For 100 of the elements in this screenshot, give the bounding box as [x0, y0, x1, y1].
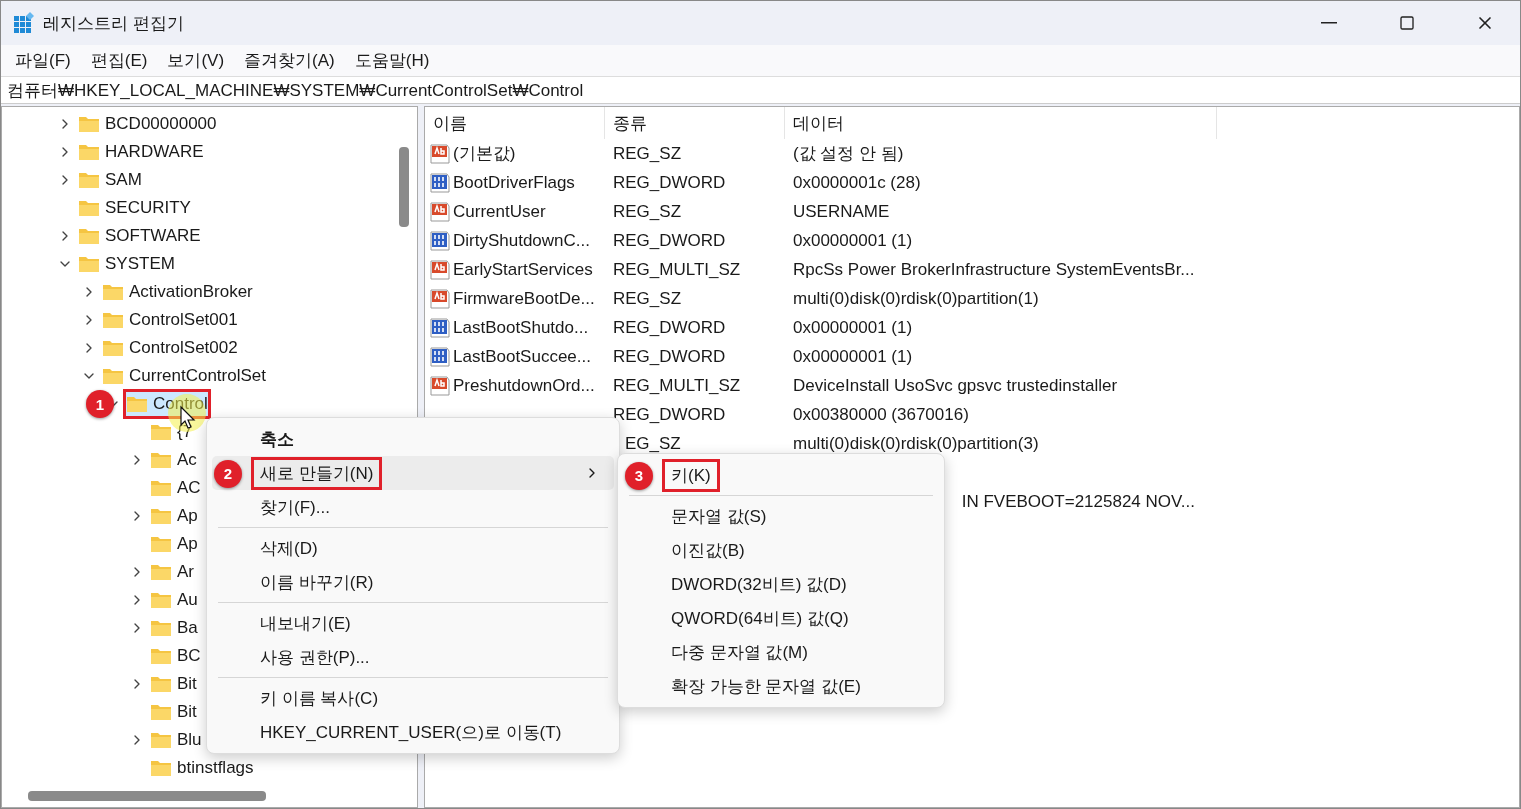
tree-node[interactable]: Ap: [148, 530, 200, 558]
folder-icon: [150, 423, 172, 441]
value-data: DeviceInstall UsoSvc gpsvc trustedinstaller: [793, 375, 1118, 395]
folder-icon: [78, 143, 100, 161]
folder-icon: [78, 115, 100, 133]
menu-item[interactable]: 사용 권한(P)...: [212, 640, 614, 674]
tree-node[interactable]: BCD00000000: [76, 110, 219, 138]
string-value-icon: [429, 287, 451, 310]
tree-node[interactable]: Bit: [148, 698, 199, 726]
folder-icon: [78, 171, 100, 189]
column-header[interactable]: 데이터: [785, 107, 1217, 139]
folder-icon: [150, 703, 172, 721]
folder-icon: [150, 619, 172, 637]
value-type: REG_DWORD: [613, 230, 726, 250]
value-data: multi(0)disk(0)rdisk(0)partition(3): [793, 433, 1039, 453]
menu-item[interactable]: 삭제(D): [212, 531, 614, 565]
value-data: 0x00380000 (3670016): [793, 404, 969, 424]
tree-node[interactable]: HARDWARE: [76, 138, 206, 166]
tree-node[interactable]: Blu: [148, 726, 204, 754]
value-type: REG_DWORD: [613, 172, 726, 192]
value-type: REG_MULTI_SZ: [613, 259, 741, 279]
menu-item[interactable]: 2 새로 만들기(N): [212, 456, 614, 490]
value-data: 0x0000001c (28): [793, 172, 921, 192]
tree-node[interactable]: ControlSet001: [100, 306, 240, 334]
value-type: REG_SZ: [613, 143, 682, 163]
string-value-icon: [429, 374, 451, 397]
folder-icon: [150, 535, 172, 553]
folder-icon: [150, 675, 172, 693]
menu-item[interactable]: 다중 문자열 값(M): [623, 635, 939, 669]
value-type: REG_SZ: [613, 288, 682, 308]
menu-item[interactable]: 이진값(B): [623, 533, 939, 567]
menu-item[interactable]: HKEY_CURRENT_USER(으)로 이동(T): [212, 715, 614, 749]
menu-item[interactable]: 이름 바꾸기(R): [212, 565, 614, 599]
tree-node[interactable]: ActivationBroker: [100, 278, 255, 306]
tree-node[interactable]: Ba: [148, 614, 200, 642]
menu-item[interactable]: 확장 가능한 문자열 값(E): [623, 669, 939, 703]
value-data: IN FVEBOOT=2125824 NOV...: [961, 491, 1195, 511]
folder-icon: [150, 759, 172, 777]
value-type: EG_SZ: [625, 433, 681, 453]
menu-item[interactable]: 내보내기(E): [212, 606, 614, 640]
tree-node[interactable]: Au: [148, 586, 200, 614]
folder-icon: [150, 731, 172, 749]
tree-node[interactable]: Ap: [148, 502, 200, 530]
string-value-icon: [429, 142, 451, 165]
address-field[interactable]: 컴퓨터₩HKEY_LOCAL_MACHINE₩SYSTEM₩CurrentControlSet₩Control: [1, 76, 1520, 104]
folder-icon: [150, 591, 172, 609]
vertical-scrollbar[interactable]: [399, 147, 409, 227]
menu-bar-item[interactable]: 편집(E): [80, 45, 158, 76]
value-name: PreshutdownOrd...: [453, 375, 595, 396]
minimize-icon: [1321, 22, 1337, 24]
menu-item[interactable]: DWORD(32비트) 값(D): [623, 567, 939, 601]
value-data: USERNAME: [793, 201, 890, 221]
tree-node[interactable]: CurrentControlSet: [100, 362, 268, 390]
tree-node[interactable]: SECURITY: [76, 194, 193, 222]
value-name: LastBootSuccee...: [453, 346, 591, 367]
tree-node[interactable]: Bit: [148, 670, 199, 698]
menu-item[interactable]: 축소: [212, 422, 614, 456]
horizontal-scrollbar[interactable]: [28, 791, 266, 801]
value-name: BootDriverFlags: [453, 172, 575, 193]
tree-node[interactable]: SYSTEM: [76, 250, 177, 278]
value-name: DirtyShutdownC...: [453, 230, 590, 251]
tree-node[interactable]: AC: [148, 474, 203, 502]
value-data: (값 설정 안 됨): [793, 144, 904, 163]
folder-icon: [150, 563, 172, 581]
menu-bar-item[interactable]: 도움말(H): [344, 45, 440, 76]
tree-node[interactable]: Ac: [148, 446, 199, 474]
value-data: 0x00000001 (1): [793, 346, 913, 366]
value-name: FirmwareBootDe...: [453, 288, 595, 309]
menu-bar-item[interactable]: 보기(V): [157, 45, 235, 76]
binary-value-icon: [429, 316, 451, 339]
tree-node[interactable]: SAM: [76, 166, 144, 194]
binary-value-icon: [429, 345, 451, 368]
value-type: REG_DWORD: [613, 317, 726, 337]
menu-item[interactable]: 문자열 값(S): [623, 499, 939, 533]
value-type: REG_SZ: [613, 201, 682, 221]
tree-node[interactable]: SOFTWARE: [76, 222, 203, 250]
tree-node[interactable]: ControlSet002: [100, 334, 240, 362]
value-name: CurrentUser: [453, 201, 546, 222]
menu-bar-item[interactable]: 즐겨찾기(A): [234, 45, 345, 76]
column-header[interactable]: 이름: [425, 107, 605, 139]
tree-node[interactable]: btinstflags: [148, 754, 256, 782]
value-type: REG_MULTI_SZ: [613, 375, 741, 395]
folder-icon: [78, 199, 100, 217]
folder-icon: [102, 311, 124, 329]
tree-node[interactable]: BC: [148, 642, 203, 670]
menu-item[interactable]: 키 이름 복사(C): [212, 681, 614, 715]
value-name: LastBootShutdo...: [453, 317, 589, 338]
menu-item[interactable]: 3 키(K): [623, 458, 939, 492]
menu-item[interactable]: QWORD(64비트) 값(Q): [623, 601, 939, 635]
tree-node[interactable]: Ar: [148, 558, 196, 586]
string-value-icon: [429, 258, 451, 281]
binary-value-icon: [429, 229, 451, 252]
menu-item[interactable]: 찾기(F)...: [212, 490, 614, 524]
folder-icon: [102, 283, 124, 301]
column-header[interactable]: 종류: [605, 107, 785, 139]
folder-icon: [102, 367, 124, 385]
menu-bar-item[interactable]: 파일(F): [5, 45, 81, 76]
step-badge: 3: [625, 461, 653, 490]
step-badge: 2: [214, 459, 242, 488]
value-data: 0x00000001 (1): [793, 230, 913, 250]
